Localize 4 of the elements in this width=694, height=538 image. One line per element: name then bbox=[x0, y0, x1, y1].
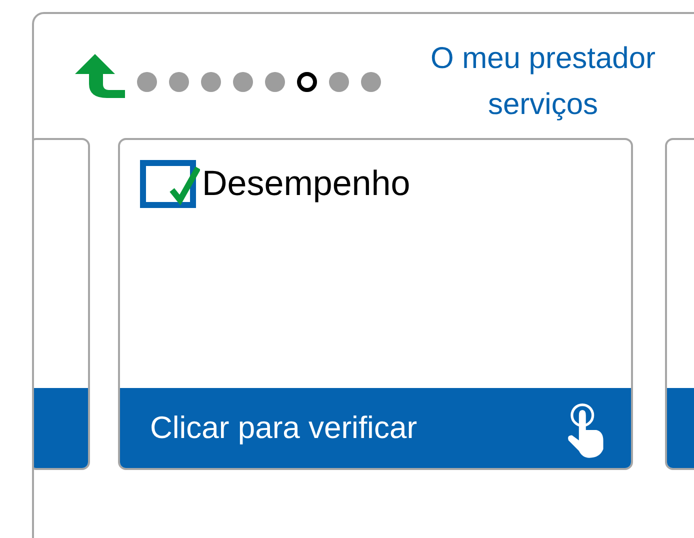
card-title: Desempenho bbox=[202, 164, 410, 204]
page-title: O meu prestador bbox=[429, 41, 657, 77]
verify-button[interactable]: Clicar para verificar bbox=[120, 388, 631, 468]
page-title: serviços bbox=[486, 87, 600, 123]
